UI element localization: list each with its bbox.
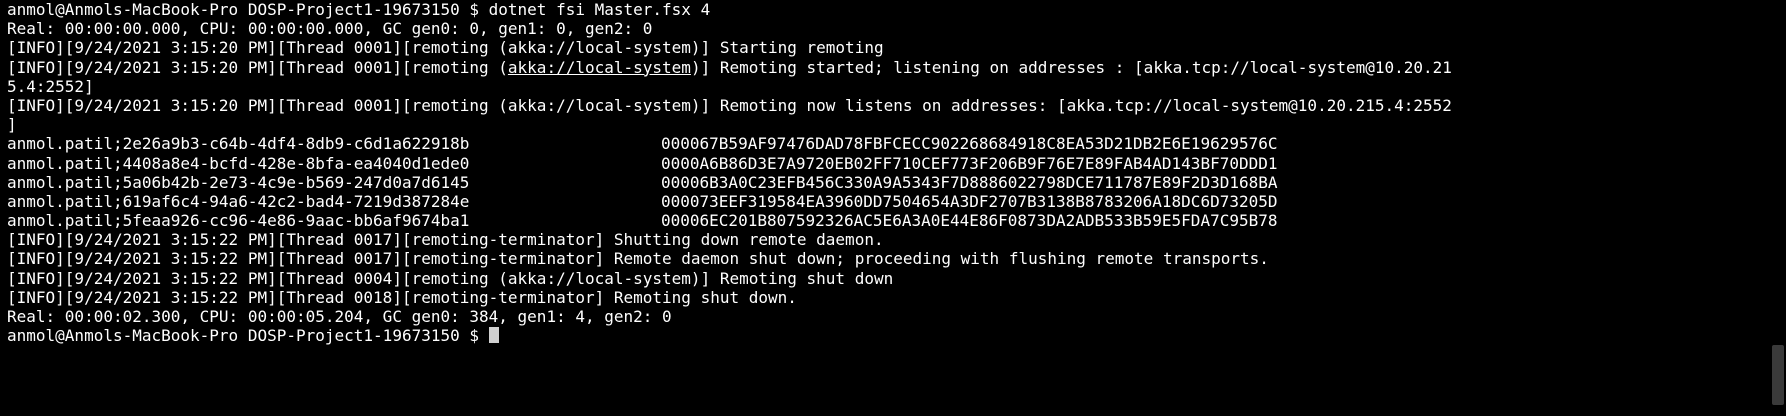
akka-link[interactable]: akka://local-system [508, 58, 691, 77]
prompt-line[interactable]: anmol@Anmols-MacBook-Pro DOSP-Project1-1… [7, 326, 1786, 345]
log-line-remoting-listens: [INFO][9/24/2021 3:15:20 PM][Thread 0001… [7, 95, 1452, 115]
log-line-wrap: ] [7, 115, 17, 135]
log-suffix: )] Remoting started; listening on addres… [690, 57, 1452, 77]
hash-value: 000073EEF319584EA3960DD7504654A3DF2707B3… [661, 191, 1278, 211]
scrollbar-thumb[interactable] [1772, 345, 1784, 405]
log-line-wrap: 5.4:2552] [7, 76, 94, 96]
log-line-daemon-shut-down: [INFO][9/24/2021 3:15:22 PM][Thread 0017… [7, 249, 1269, 269]
command-line: anmol@Anmols-MacBook-Pro DOSP-Project1-1… [7, 0, 711, 19]
log-line-terminator-shut-down: [INFO][9/24/2021 3:15:22 PM][Thread 0018… [7, 287, 797, 307]
log-line-remoting-shut-down: [INFO][9/24/2021 3:15:22 PM][Thread 0004… [7, 268, 894, 288]
shell-prompt: anmol@Anmols-MacBook-Pro DOSP-Project1-1… [7, 326, 489, 346]
hash-result-row: anmol.patil;5feaa926-cc96-4e86-9aac-bb6a… [7, 211, 1786, 230]
hash-input: anmol.patil;4408a8e4-bcfd-428e-8bfa-ea40… [7, 153, 470, 173]
log-line-remoting-started: [INFO][9/24/2021 3:15:20 PM][Thread 0001… [7, 58, 1786, 77]
hash-value: 0000A6B86D3E7A9720EB02FF710CEF773F206B9F… [661, 153, 1278, 173]
hash-value: 00006B3A0C23EFB456C330A9A5343F7D88860227… [661, 172, 1278, 192]
hash-input: anmol.patil;619af6c4-94a6-42c2-bad4-7219… [7, 191, 470, 211]
log-line-starting-remoting: [INFO][9/24/2021 3:15:20 PM][Thread 0001… [7, 38, 884, 58]
timing-output: Real: 00:00:02.300, CPU: 00:00:05.204, G… [7, 307, 672, 326]
hash-result-row: anmol.patil;619af6c4-94a6-42c2-bad4-7219… [7, 192, 1786, 211]
hash-input: anmol.patil;2e26a9b3-c64b-4df4-8db9-c6d1… [7, 134, 470, 154]
terminal-window[interactable]: anmol@Anmols-MacBook-Pro DOSP-Project1-1… [0, 0, 1786, 416]
log-prefix: [INFO][9/24/2021 3:15:20 PM][Thread 0001… [7, 57, 508, 77]
hash-input: anmol.patil;5a06b42b-2e73-4c9e-b569-247d… [7, 172, 470, 192]
hash-result-row: anmol.patil;4408a8e4-bcfd-428e-8bfa-ea40… [7, 154, 1786, 173]
scrollbar[interactable] [1770, 0, 1786, 416]
log-line-shutting-down: [INFO][9/24/2021 3:15:22 PM][Thread 0017… [7, 230, 884, 250]
hash-value: 000067B59AF97476DAD78FBFCECC902268684918… [661, 134, 1278, 154]
hash-input: anmol.patil;5feaa926-cc96-4e86-9aac-bb6a… [7, 211, 470, 231]
hash-result-row: anmol.patil;2e26a9b3-c64b-4df4-8db9-c6d1… [7, 134, 1786, 153]
hash-value: 00006EC201B807592326AC5E6A3A0E44E86F0873… [661, 211, 1278, 231]
timing-output: Real: 00:00:00.000, CPU: 00:00:00.000, G… [7, 19, 653, 39]
hash-result-row: anmol.patil;5a06b42b-2e73-4c9e-b569-247d… [7, 173, 1786, 192]
text-cursor [488, 327, 499, 344]
